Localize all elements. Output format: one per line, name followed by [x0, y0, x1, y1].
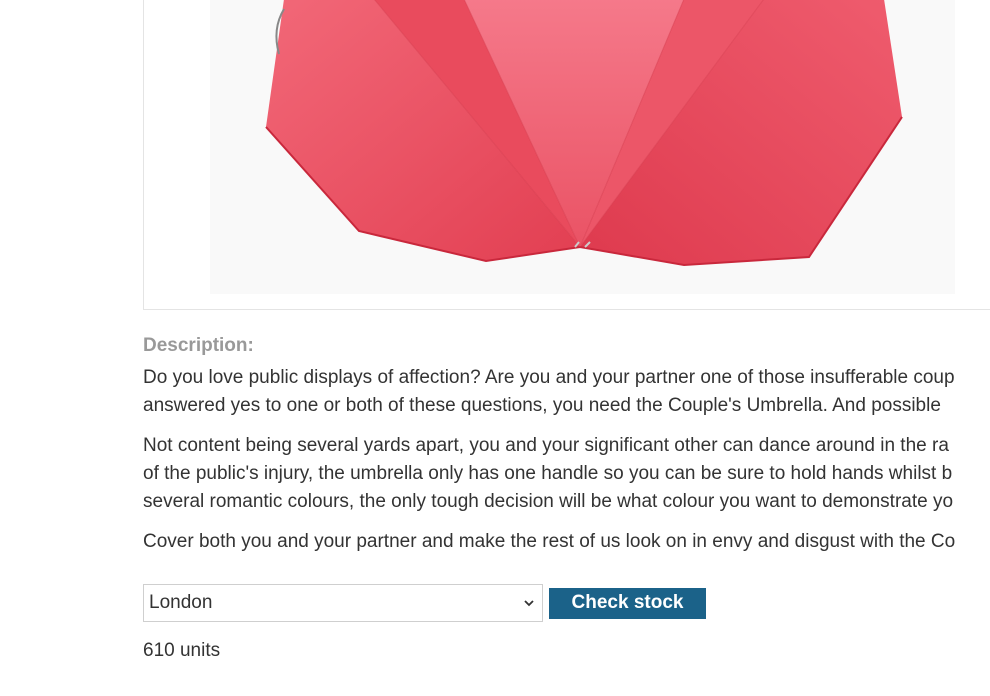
- store-select[interactable]: London: [143, 584, 543, 622]
- umbrella-image: [210, 0, 955, 294]
- product-description: Description: Do you love public displays…: [143, 334, 990, 568]
- description-line: Not content being several yards apart, y…: [143, 435, 949, 456]
- stock-result: 610 units: [143, 640, 221, 661]
- description-label: Description:: [143, 335, 254, 356]
- store-select-value: London: [149, 592, 213, 613]
- chevron-down-icon: [524, 600, 534, 607]
- description-paragraph-1: Do you love public displays of affection…: [143, 364, 990, 420]
- description-paragraph-3: Cover both you and your partner and make…: [143, 528, 990, 556]
- product-image: [143, 0, 990, 310]
- description-line: Do you love public displays of affection…: [143, 367, 955, 388]
- product-page: Description: Do you love public displays…: [0, 0, 990, 696]
- description-line: several romantic colours, the only tough…: [143, 491, 954, 512]
- stock-check-form: London Check stock: [143, 584, 706, 622]
- check-stock-button[interactable]: Check stock: [549, 587, 706, 619]
- description-line: Cover both you and your partner and make…: [143, 531, 956, 552]
- description-line: of the public's injury, the umbrella onl…: [143, 463, 953, 484]
- description-paragraph-2: Not content being several yards apart, y…: [143, 432, 990, 516]
- description-line: answered yes to one or both of these que…: [143, 395, 941, 416]
